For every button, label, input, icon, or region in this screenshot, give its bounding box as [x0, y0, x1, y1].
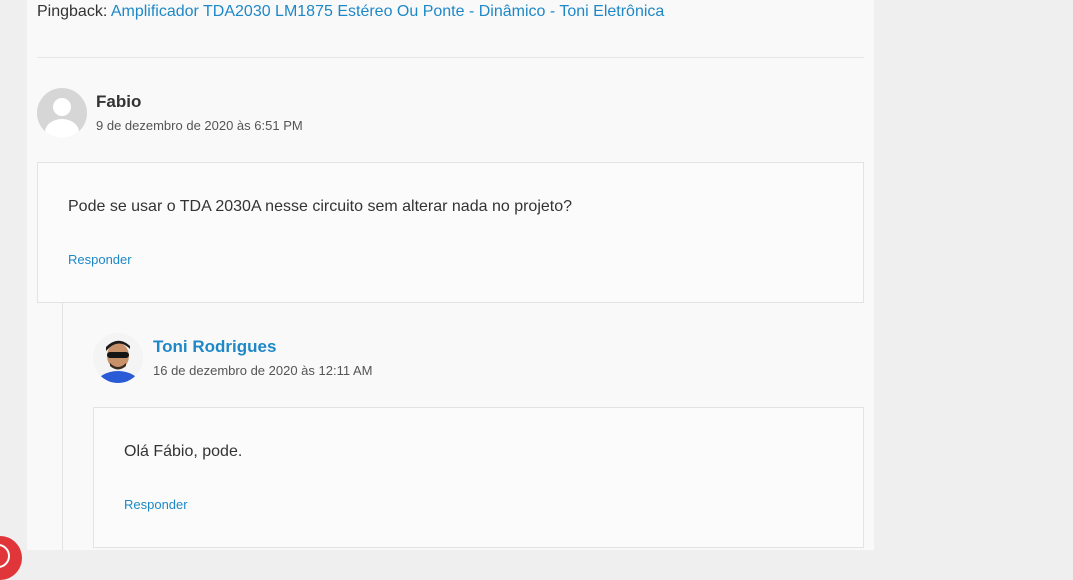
avatar — [93, 333, 143, 383]
comment-date[interactable]: 9 de dezembro de 2020 às 6:51 PM — [96, 118, 303, 133]
comment-body: Pode se usar o TDA 2030A nesse circuito … — [37, 162, 864, 303]
thread-line — [62, 302, 63, 550]
pingback-link[interactable]: Amplificador TDA2030 LM1875 Estéreo Ou P… — [111, 3, 664, 20]
default-user-icon — [37, 88, 87, 138]
pingback-prefix: Pingback: — [37, 3, 108, 20]
comments-section: Pingback: Amplificador TDA2030 LM1875 Es… — [27, 0, 874, 550]
profile-photo-icon — [93, 333, 143, 383]
divider — [37, 57, 864, 58]
reply-button[interactable]: Responder — [68, 252, 132, 267]
comment-author-link[interactable]: Toni Rodrigues — [153, 337, 276, 357]
pingback: Pingback: Amplificador TDA2030 LM1875 Es… — [37, 3, 664, 21]
floating-badge-icon[interactable] — [0, 536, 22, 580]
reply-button[interactable]: Responder — [124, 497, 188, 512]
comment-date[interactable]: 16 de dezembro de 2020 às 12:11 AM — [153, 363, 372, 378]
comment-text: Pode se usar o TDA 2030A nesse circuito … — [68, 198, 573, 215]
comment-body: Olá Fábio, pode. Responder — [93, 407, 864, 548]
comment-text: Olá Fábio, pode. — [124, 443, 243, 460]
comment-author: Fabio — [96, 92, 142, 111]
avatar — [37, 88, 87, 138]
